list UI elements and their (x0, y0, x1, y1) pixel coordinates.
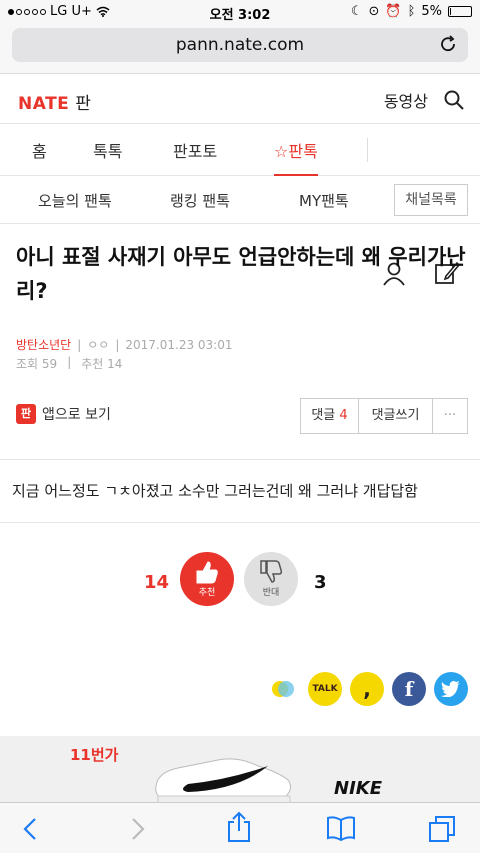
kakaotalk-label: TALK (312, 684, 338, 694)
alarm-icon: ⏰ (385, 4, 402, 19)
subnav-today[interactable]: 오늘의 팬톡 (38, 190, 112, 211)
moon-icon: ☾ (350, 4, 363, 19)
meta-divider: | (115, 337, 120, 352)
share-kakaostory-icon[interactable] (266, 672, 300, 706)
nav-item-panphoto[interactable]: 판포토 (173, 138, 217, 162)
channel-list-button[interactable]: 채널목록 (394, 184, 468, 216)
ad-banner[interactable]: 11번가 NIKE (0, 736, 480, 804)
downvote-label: 반대 (262, 588, 280, 598)
nav-item-toktok[interactable]: 톡톡 (93, 138, 122, 162)
battery-icon (448, 6, 472, 17)
article-author-extra: ㅇㅇ (87, 338, 110, 352)
article-title: 아니 표절 사재기 아무도 언급안하는데 왜 우리가난리? (16, 245, 466, 303)
comment-button-group: 댓글 4 댓글쓰기 ··· (300, 398, 468, 434)
views-stat: 조회 59 (16, 355, 57, 372)
address-bar[interactable]: pann.nate.com (12, 28, 468, 62)
article-body: 지금 어느정도 ㄱㅊ아졌고 소수만 그러는건데 왜 그러냐 개답답함 (12, 482, 418, 500)
comments-button[interactable]: 댓글 4 (301, 399, 359, 433)
tabs-icon[interactable] (428, 815, 456, 843)
subnav-ranking[interactable]: 랭킹 팬톡 (170, 190, 230, 211)
article-stats: 조회 59 | 추천 14 (16, 355, 122, 372)
meta-divider: | (67, 355, 72, 369)
share-kakaotalk-icon[interactable]: TALK (308, 672, 342, 706)
recommend-label: 추천 (81, 357, 104, 371)
downvote-button[interactable]: 반대 (244, 552, 298, 606)
status-bar: LG U+ 오전 3:02 ☾ ⊙ ⏰ ᛒ 5% (0, 0, 480, 24)
star-icon: ☆ (274, 142, 289, 161)
section-label: 판 (75, 94, 92, 114)
battery-percent: 5% (421, 4, 442, 19)
page: { "status_bar": {"carrier": "LG U+", "ti… (0, 0, 480, 853)
share-twitter-icon[interactable] (434, 672, 468, 706)
sneaker-image (155, 758, 292, 804)
comments-label: 댓글 (311, 408, 336, 423)
nav-divider (367, 138, 368, 162)
open-in-app-link[interactable]: 판 앱으로 보기 (16, 404, 111, 424)
downvote-count: 3 (314, 572, 327, 593)
views-label: 조회 (16, 357, 39, 371)
site-header: NATE 판 동영상 (0, 74, 480, 124)
divider (0, 459, 480, 460)
share-icon[interactable] (226, 811, 252, 843)
open-in-app-label: 앱으로 보기 (42, 407, 111, 423)
upvote-button[interactable]: 추천 (180, 552, 234, 606)
upvote-label: 추천 (198, 588, 216, 598)
nav-item-fantalk-label: 판톡 (288, 142, 318, 161)
divider (0, 522, 480, 523)
recommend-stat: 추천 14 (81, 355, 122, 372)
article-datetime: 2017.01.23 03:01 (125, 337, 233, 352)
sub-nav: 오늘의 팬톡 랭킹 팬톡 MY팬톡 채널목록 (0, 176, 480, 224)
write-comment-button[interactable]: 댓글쓰기 (359, 399, 433, 433)
recommend-count: 14 (107, 357, 123, 371)
share-facebook-icon[interactable]: f (392, 672, 426, 706)
search-icon[interactable] (444, 90, 464, 110)
article-author[interactable]: 방탄소년단 (16, 336, 71, 353)
share-bar: TALK , f (266, 672, 468, 706)
ad-brand-logo: 11번가 (70, 746, 119, 764)
article-meta: 방탄소년단 | ㅇㅇ | 2017.01.23 03:01 (16, 336, 233, 353)
upvote-count: 14 (144, 572, 170, 593)
more-button[interactable]: ··· (433, 399, 467, 433)
share-kakaochannel-icon[interactable]: , (350, 672, 384, 706)
pann-app-icon: 판 (16, 404, 36, 424)
reload-icon[interactable] (440, 28, 458, 62)
url-text: pann.nate.com (175, 35, 305, 55)
comments-count: 4 (339, 408, 348, 423)
browser-address-area: pann.nate.com (0, 24, 480, 74)
browser-toolbar (0, 802, 480, 853)
nate-logo[interactable]: NATE 판 (18, 89, 91, 114)
nav-item-home[interactable]: 홈 (32, 138, 47, 162)
thumbs-down-icon (260, 560, 283, 583)
thumbs-up-icon (196, 561, 218, 584)
bluetooth-icon: ᛒ (407, 4, 416, 19)
meta-divider: | (77, 337, 82, 352)
logo-text: NATE (18, 94, 70, 114)
main-nav: 홈 톡톡 판포토 ☆판톡 (0, 124, 480, 286)
bookmarks-icon[interactable] (326, 815, 356, 841)
nav-item-fantalk[interactable]: ☆판톡 (274, 138, 318, 176)
views-count: 59 (41, 357, 58, 371)
lock-rotation-icon: ⊙ (368, 4, 380, 19)
video-link[interactable]: 동영상 (384, 88, 428, 112)
subnav-my[interactable]: MY팬톡 (299, 190, 349, 211)
forward-icon[interactable] (130, 817, 146, 841)
ad-nike-logo: NIKE (334, 778, 383, 799)
back-icon[interactable] (22, 817, 38, 841)
